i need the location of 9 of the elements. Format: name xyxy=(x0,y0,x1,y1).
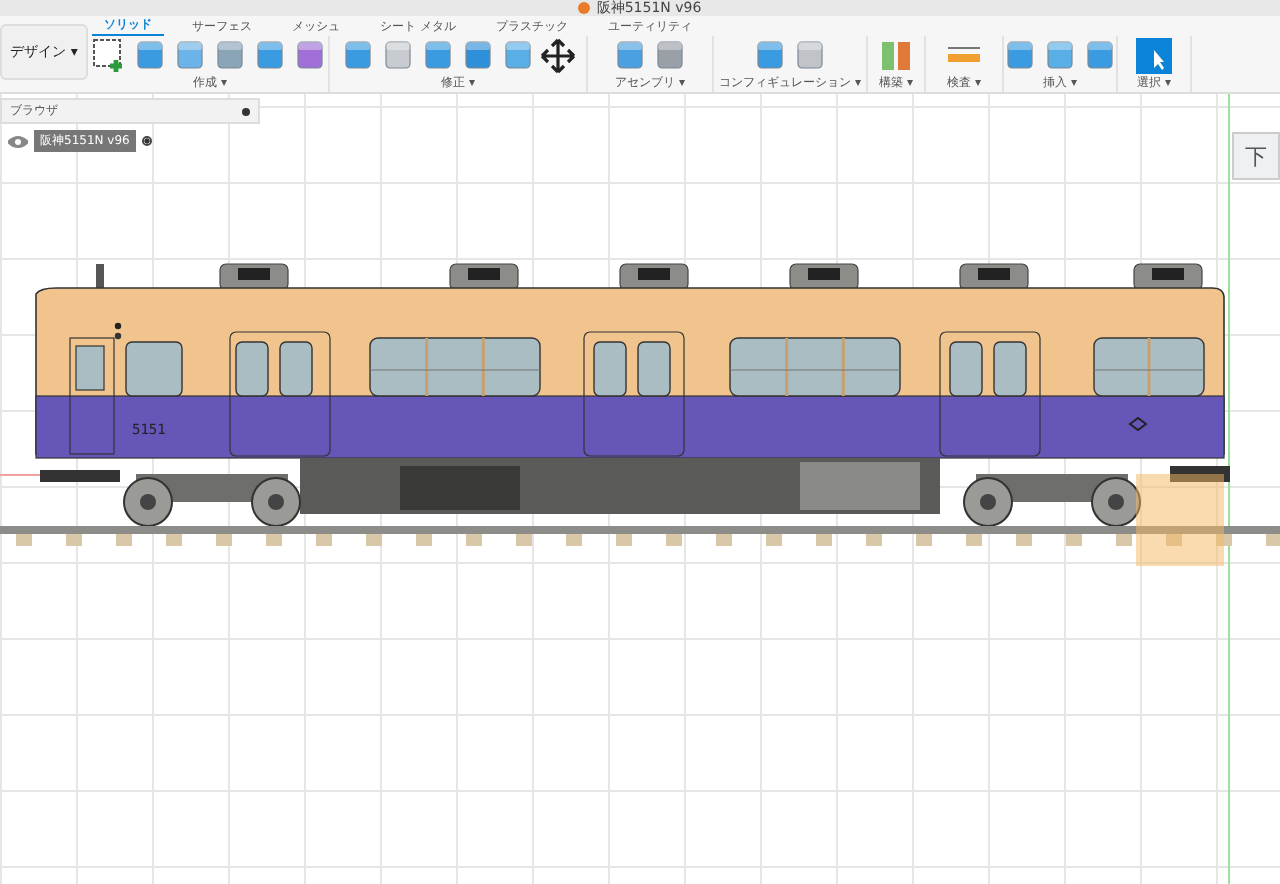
document-icon xyxy=(578,2,591,14)
eye-icon[interactable] xyxy=(8,133,28,149)
move-tool-icon[interactable] xyxy=(540,38,576,74)
sketch-tool-icon[interactable] xyxy=(92,38,128,74)
view-cube[interactable]: 下 xyxy=(1232,132,1280,180)
select-tool-icon[interactable] xyxy=(1136,38,1172,74)
selection-highlight xyxy=(1136,474,1224,566)
plane-tool-icon[interactable] xyxy=(878,38,914,74)
activate-radio[interactable] xyxy=(141,136,152,146)
